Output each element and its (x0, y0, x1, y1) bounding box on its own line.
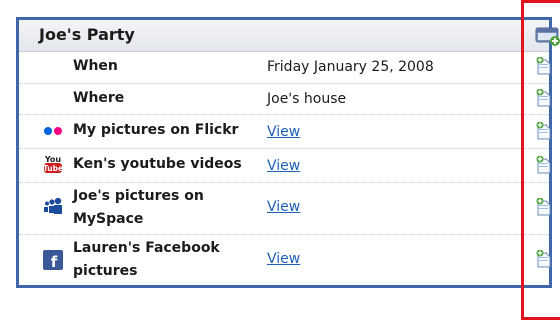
myspace-icon (44, 197, 62, 214)
table-row: Where Joe's house (19, 83, 552, 115)
svg-text:f: f (51, 253, 58, 271)
add-note-icon[interactable] (536, 156, 552, 174)
table-row: Joe's pictures on MySpace View (19, 182, 552, 235)
add-note-icon[interactable] (536, 89, 552, 107)
add-note-icon[interactable] (536, 122, 552, 140)
youtube-icon: You Tube (43, 155, 63, 173)
card-title: Joe's Party (39, 25, 135, 44)
flickr-icon (44, 127, 62, 135)
event-card: Joe's Party When Friday January 25, 2008… (16, 17, 560, 288)
row-value-where: Joe's house (267, 91, 347, 107)
facebook-view-link[interactable]: View (267, 251, 300, 267)
row-label-where: Where (73, 90, 125, 106)
table-row: f Lauren's Facebook pictures View (19, 234, 552, 285)
add-note-icon[interactable] (536, 250, 552, 268)
row-label-youtube: Ken's youtube videos (73, 156, 242, 172)
add-note-icon[interactable] (536, 198, 552, 216)
svg-text:Tube: Tube (43, 164, 63, 173)
table-row: When Friday January 25, 2008 (19, 51, 552, 84)
add-note-icon[interactable] (536, 57, 552, 75)
card-header: Joe's Party (19, 20, 560, 52)
myspace-view-link[interactable]: View (267, 199, 300, 215)
row-label-when: When (73, 58, 118, 74)
youtube-view-link[interactable]: View (267, 158, 300, 174)
table-row: My pictures on Flickr View (19, 114, 552, 149)
add-window-icon[interactable] (535, 26, 560, 46)
row-label-flickr: My pictures on Flickr (73, 122, 239, 138)
flickr-view-link[interactable]: View (267, 124, 300, 140)
facebook-icon: f (43, 250, 63, 271)
row-label-myspace: Joe's pictures on MySpace (73, 188, 204, 227)
table-row: You Tube Ken's youtube videos View (19, 148, 552, 183)
row-value-when: Friday January 25, 2008 (267, 59, 434, 75)
svg-text:You: You (44, 155, 62, 164)
row-label-facebook: Lauren's Facebook pictures (73, 240, 220, 279)
